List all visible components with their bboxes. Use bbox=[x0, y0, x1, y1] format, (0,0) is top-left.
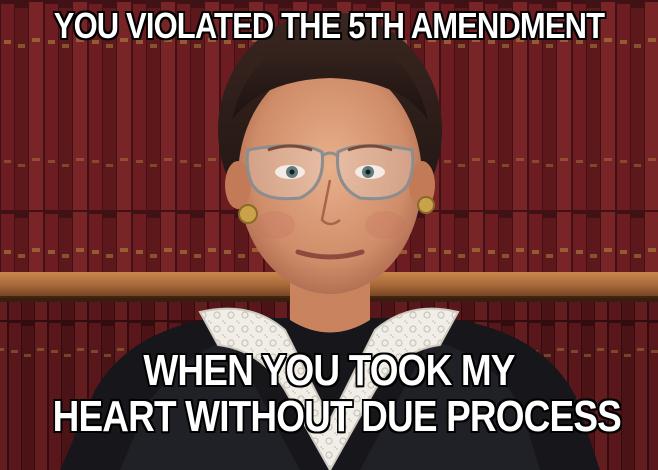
bottom-caption-line-1: WHEN YOU TOOK MY bbox=[143, 346, 517, 395]
bottom-caption: WHEN YOU TOOK MY HEART WITHOUT DUE PROCE… bbox=[52, 346, 623, 441]
top-caption-line: YOU VIOLATED THE 5TH AMENDMENT bbox=[53, 5, 606, 46]
meme-image: YOU VIOLATED THE 5TH AMENDMENT WHEN YOU … bbox=[0, 0, 658, 470]
bottom-caption-line-2: HEART WITHOUT DUE PROCESS bbox=[52, 392, 623, 441]
top-caption: YOU VIOLATED THE 5TH AMENDMENT bbox=[46, 5, 612, 46]
